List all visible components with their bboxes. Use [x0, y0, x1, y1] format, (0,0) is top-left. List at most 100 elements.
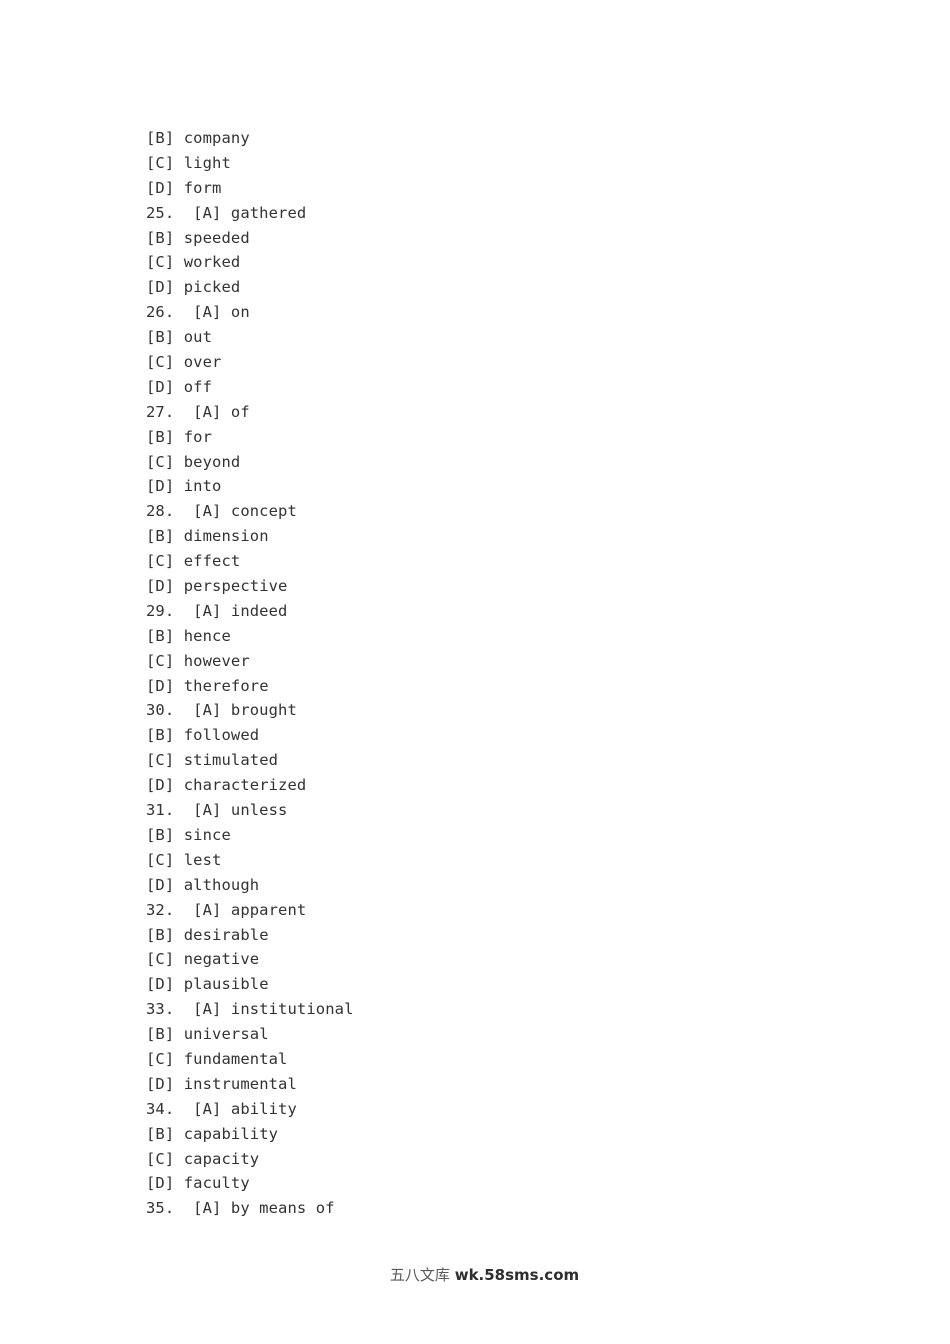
option-line[interactable]: [B] out: [146, 325, 906, 350]
option-line[interactable]: [C] capacity: [146, 1147, 906, 1172]
question-option-line[interactable]: 28. [A] concept: [146, 499, 906, 524]
option-line[interactable]: [C] stimulated: [146, 748, 906, 773]
choice-text: into: [183, 477, 222, 496]
option-line[interactable]: [D] into: [146, 474, 906, 499]
question-option-line[interactable]: 30. [A] brought: [146, 698, 906, 723]
choice-label: [C]: [146, 153, 184, 172]
option-line[interactable]: [C] effect: [146, 549, 906, 574]
choice-label: [B]: [146, 129, 184, 147]
option-line[interactable]: [C] fundamental: [146, 1047, 906, 1072]
question-number-and-choice-label: 34. [A]: [146, 1099, 231, 1118]
choice-label: [C]: [146, 651, 184, 670]
choice-label: [C]: [146, 1049, 184, 1068]
choice-text: dimension: [183, 527, 269, 546]
option-line[interactable]: [B] dimension: [146, 524, 906, 549]
option-line[interactable]: [D] perspective: [146, 574, 906, 599]
question-number-and-choice-label: 29. [A]: [146, 601, 231, 620]
choice-text: for: [183, 427, 213, 446]
question-option-line[interactable]: 32. [A] apparent: [146, 898, 906, 923]
choice-label: [D]: [146, 975, 184, 994]
choice-label: [C]: [146, 950, 184, 969]
option-line[interactable]: [D] therefore: [146, 674, 906, 699]
choice-label: [C]: [146, 850, 184, 869]
question-option-line[interactable]: 25. [A] gathered: [146, 201, 906, 226]
choice-text: although: [183, 875, 260, 894]
choice-label: [B]: [146, 925, 184, 944]
question-option-line[interactable]: 34. [A] ability: [146, 1097, 906, 1122]
choice-text: apparent: [230, 900, 307, 919]
option-line[interactable]: [C] however: [146, 649, 906, 674]
choice-text: stimulated: [183, 751, 279, 770]
choice-text: therefore: [183, 676, 269, 695]
choice-text: gathered: [230, 203, 307, 222]
option-line[interactable]: [D] picked: [146, 275, 906, 300]
choice-text: fundamental: [183, 1049, 288, 1068]
choice-text: over: [183, 353, 222, 372]
choice-text: speeded: [183, 228, 250, 247]
choice-text: brought: [230, 701, 297, 720]
question-number-and-choice-label: 30. [A]: [146, 701, 231, 720]
choice-label: [C]: [146, 751, 184, 770]
choice-text: company: [183, 129, 250, 147]
choice-text: instrumental: [183, 1074, 297, 1093]
option-line[interactable]: [C] over: [146, 350, 906, 375]
choice-label: [C]: [146, 253, 184, 272]
choice-text: universal: [183, 1025, 269, 1044]
choice-text: picked: [183, 278, 241, 297]
question-number-and-choice-label: 31. [A]: [146, 801, 231, 820]
option-line[interactable]: [C] lest: [146, 848, 906, 873]
choice-label: [D]: [146, 377, 184, 396]
choice-label: [D]: [146, 178, 184, 197]
option-line[interactable]: [B] capability: [146, 1122, 906, 1147]
choice-label: [B]: [146, 427, 184, 446]
choice-text: desirable: [183, 925, 269, 944]
option-line[interactable]: [D] faculty: [146, 1171, 906, 1196]
choice-text: out: [183, 328, 213, 347]
option-line[interactable]: [B] company: [146, 126, 906, 151]
option-line[interactable]: [C] negative: [146, 947, 906, 972]
choice-text: light: [183, 153, 231, 172]
option-line[interactable]: [B] for: [146, 425, 906, 450]
choice-label: [B]: [146, 825, 184, 844]
question-option-line[interactable]: 26. [A] on: [146, 300, 906, 325]
choice-text: unless: [230, 801, 288, 820]
option-line[interactable]: [B] speeded: [146, 226, 906, 251]
option-line[interactable]: [B] universal: [146, 1022, 906, 1047]
question-option-line[interactable]: 35. [A] by means of: [146, 1196, 906, 1221]
choice-label: [B]: [146, 328, 184, 347]
option-line[interactable]: [B] since: [146, 823, 906, 848]
choice-text: off: [183, 377, 213, 396]
option-line[interactable]: [D] characterized: [146, 773, 906, 798]
choice-text: plausible: [183, 975, 269, 994]
option-line[interactable]: [C] light: [146, 151, 906, 176]
question-option-line[interactable]: 29. [A] indeed: [146, 599, 906, 624]
choice-text: worked: [183, 253, 241, 272]
option-line[interactable]: [D] although: [146, 873, 906, 898]
option-line[interactable]: [D] form: [146, 176, 906, 201]
question-option-line[interactable]: 33. [A] institutional: [146, 997, 906, 1022]
choice-text: capacity: [183, 1149, 260, 1168]
option-line[interactable]: [B] desirable: [146, 923, 906, 948]
option-line[interactable]: [D] off: [146, 375, 906, 400]
question-number-and-choice-label: 28. [A]: [146, 502, 231, 521]
question-option-line[interactable]: 27. [A] of: [146, 400, 906, 425]
choice-text: negative: [183, 950, 260, 969]
choice-label: [D]: [146, 477, 184, 496]
question-option-line[interactable]: 31. [A] unless: [146, 798, 906, 823]
choice-label: [D]: [146, 875, 184, 894]
question-number-and-choice-label: 32. [A]: [146, 900, 231, 919]
watermark-chinese-text: 五八文库: [389, 1266, 450, 1284]
choice-text: capability: [183, 1124, 279, 1143]
option-line[interactable]: [C] beyond: [146, 450, 906, 475]
choice-text: followed: [183, 726, 260, 745]
choice-label: [C]: [146, 452, 184, 471]
option-line[interactable]: [B] hence: [146, 624, 906, 649]
choice-text: by means of: [230, 1199, 335, 1218]
option-line[interactable]: [B] followed: [146, 723, 906, 748]
choice-text: however: [183, 651, 250, 670]
option-line[interactable]: [C] worked: [146, 250, 906, 275]
choice-label: [B]: [146, 726, 184, 745]
option-line[interactable]: [D] plausible: [146, 972, 906, 997]
choice-label: [B]: [146, 1124, 184, 1143]
option-line[interactable]: [D] instrumental: [146, 1072, 906, 1097]
